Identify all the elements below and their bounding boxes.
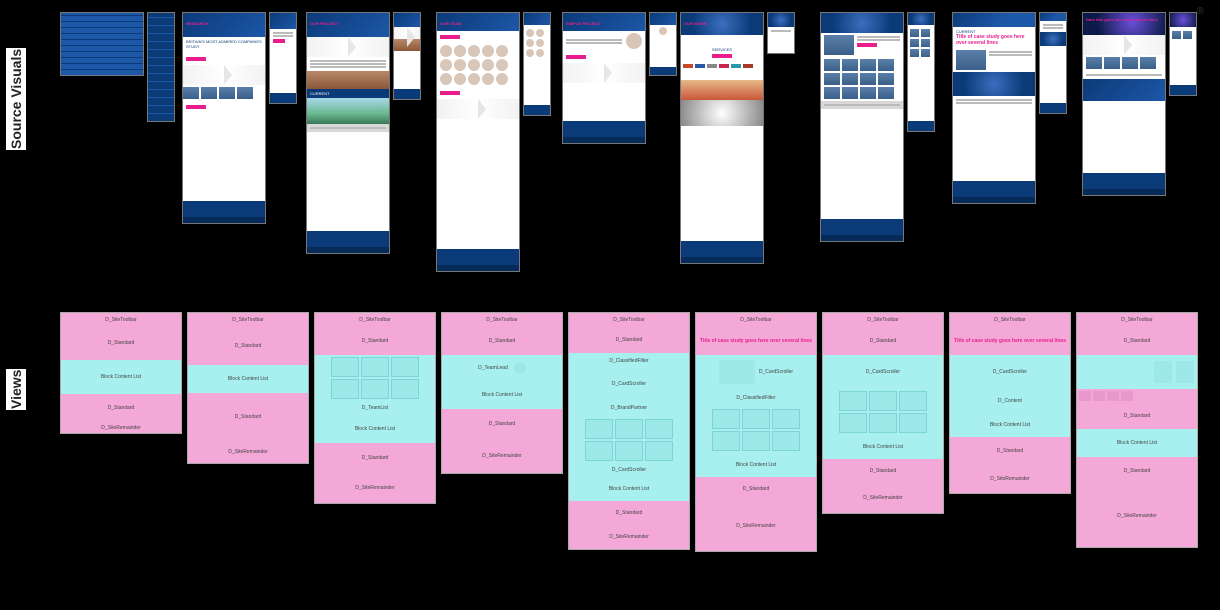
- thumb-our-work[interactable]: OUR WORK SERVICES: [680, 12, 764, 264]
- view-7[interactable]: D_SiteToolbar D_Standard D_CardScroller …: [822, 312, 944, 514]
- view-2[interactable]: D_SiteToolbar D_Standard Block Content L…: [187, 312, 309, 464]
- vblk-block-content: Block Content List: [61, 360, 181, 393]
- thumb-simple-project[interactable]: SIMPLE PROJECT: [562, 12, 646, 144]
- hero-project-tag: OUR PROJECT: [310, 21, 339, 26]
- mini-cards: [1077, 389, 1197, 403]
- view-1[interactable]: D_SiteToolbar D_Standard Block Content L…: [60, 312, 182, 434]
- cta-button-2[interactable]: [186, 105, 206, 109]
- view-8[interactable]: D_SiteToolbar Title of case study goes h…: [949, 312, 1071, 494]
- thumb-comparison-table[interactable]: [60, 12, 144, 76]
- client-logos: [681, 62, 763, 80]
- vblk-site-toolbar: D_SiteToolbar: [61, 313, 181, 327]
- thumb-work-mobile[interactable]: [767, 12, 795, 54]
- thumb-project-mobile[interactable]: [393, 12, 421, 100]
- thumb-research-mobile[interactable]: [269, 12, 297, 104]
- current-label: CURRENT: [307, 89, 389, 98]
- hero-research-tag: RESEARCH: [186, 21, 208, 26]
- vblk-brand-partner: D_BrandPartner: [569, 399, 689, 417]
- source-group-1: [60, 12, 175, 122]
- landscape-image: [307, 98, 389, 124]
- hero-simple-tag: SIMPLE PROJECT: [566, 21, 601, 26]
- source-group-3: OUR PROJECT CURRENT: [306, 12, 421, 254]
- thumb-card-grid[interactable]: [820, 12, 904, 242]
- view-6[interactable]: D_SiteToolbar Title of case study goes h…: [695, 312, 817, 552]
- most-admired-title: BRITAIN'S MOST ADMIRED COMPANIES STUDY: [186, 39, 262, 55]
- view-9[interactable]: D_SiteToolbar D_Standard D_Standard Bloc…: [1076, 312, 1198, 548]
- source-group-9: Dark title goes here over several lines: [1082, 12, 1197, 196]
- thumb-case-mobile[interactable]: [1039, 12, 1067, 114]
- thumb-research-home[interactable]: RESEARCH BRITAIN'S MOST ADMIRED COMPANIE…: [182, 12, 266, 224]
- team-grid: [315, 355, 435, 401]
- source-group-7: [820, 12, 935, 242]
- footer: [183, 201, 265, 217]
- thumb-connect-mobile[interactable]: [1169, 12, 1197, 96]
- vblk-site-remainder: D_SiteRemainder: [61, 423, 181, 433]
- source-group-8: CURRENTTitle of case study goes here ove…: [952, 12, 1067, 204]
- registered-mark: ®: [1197, 6, 1204, 17]
- vblk-teamlist: D_TeamList: [315, 401, 435, 415]
- view-4[interactable]: D_SiteToolbar D_Standard D_TeamLead Bloc…: [441, 312, 563, 474]
- thumb-team-mobile[interactable]: [523, 12, 551, 116]
- design-overview-canvas: Source Visuals Views ® RESEARCH BRITAIN'…: [0, 0, 1220, 610]
- vblk-standard: D_Standard: [61, 327, 181, 360]
- vblk-content: D_Content: [950, 389, 1070, 413]
- source-group-5: SIMPLE PROJECT: [562, 12, 677, 144]
- services-label: SERVICES: [684, 47, 760, 52]
- connect-title: Dark title goes here over several lines: [1086, 17, 1158, 22]
- source-group-6: OUR WORK SERVICES: [680, 12, 795, 264]
- thumb-mobile-menu[interactable]: [147, 12, 175, 122]
- thumb-team[interactable]: OUR TEAM: [436, 12, 520, 272]
- vblk-teamlead: D_TeamLead: [478, 365, 508, 371]
- case-study-title: Title of case study goes here over sever…: [956, 34, 1032, 46]
- cta-button[interactable]: [186, 57, 206, 61]
- thumb-card-mobile[interactable]: [907, 12, 935, 132]
- hero-team-tag: OUR TEAM: [440, 21, 461, 26]
- view-5[interactable]: D_SiteToolbar D_Standard D_ClassifiedFil…: [568, 312, 690, 550]
- vblk-cardscroller: D_CardScroller: [569, 369, 689, 399]
- thumb-connect[interactable]: Dark title goes here over several lines: [1082, 12, 1166, 196]
- thumb-project[interactable]: OUR PROJECT CURRENT: [306, 12, 390, 254]
- views-row: D_SiteToolbar D_Standard Block Content L…: [60, 312, 1200, 552]
- thumb-case-study[interactable]: CURRENTTitle of case study goes here ove…: [952, 12, 1036, 204]
- chevron-section: [183, 65, 265, 85]
- vblk-masthead: Title of case study goes here over sever…: [696, 327, 816, 355]
- view-3[interactable]: D_SiteToolbar D_Standard D_TeamList Bloc…: [314, 312, 436, 504]
- thumb-simple-mobile[interactable]: [649, 12, 677, 76]
- source-visuals-label: Source Visuals: [6, 48, 26, 150]
- source-group-2: RESEARCH BRITAIN'S MOST ADMIRED COMPANIE…: [182, 12, 297, 224]
- source-group-4: OUR TEAM: [436, 12, 551, 272]
- hero-work-tag: OUR WORK: [684, 21, 707, 26]
- vblk-standard-2: D_Standard: [61, 394, 181, 423]
- vblk-classified-filter: D_ClassifiedFilter: [569, 353, 689, 369]
- views-label: Views: [6, 369, 26, 410]
